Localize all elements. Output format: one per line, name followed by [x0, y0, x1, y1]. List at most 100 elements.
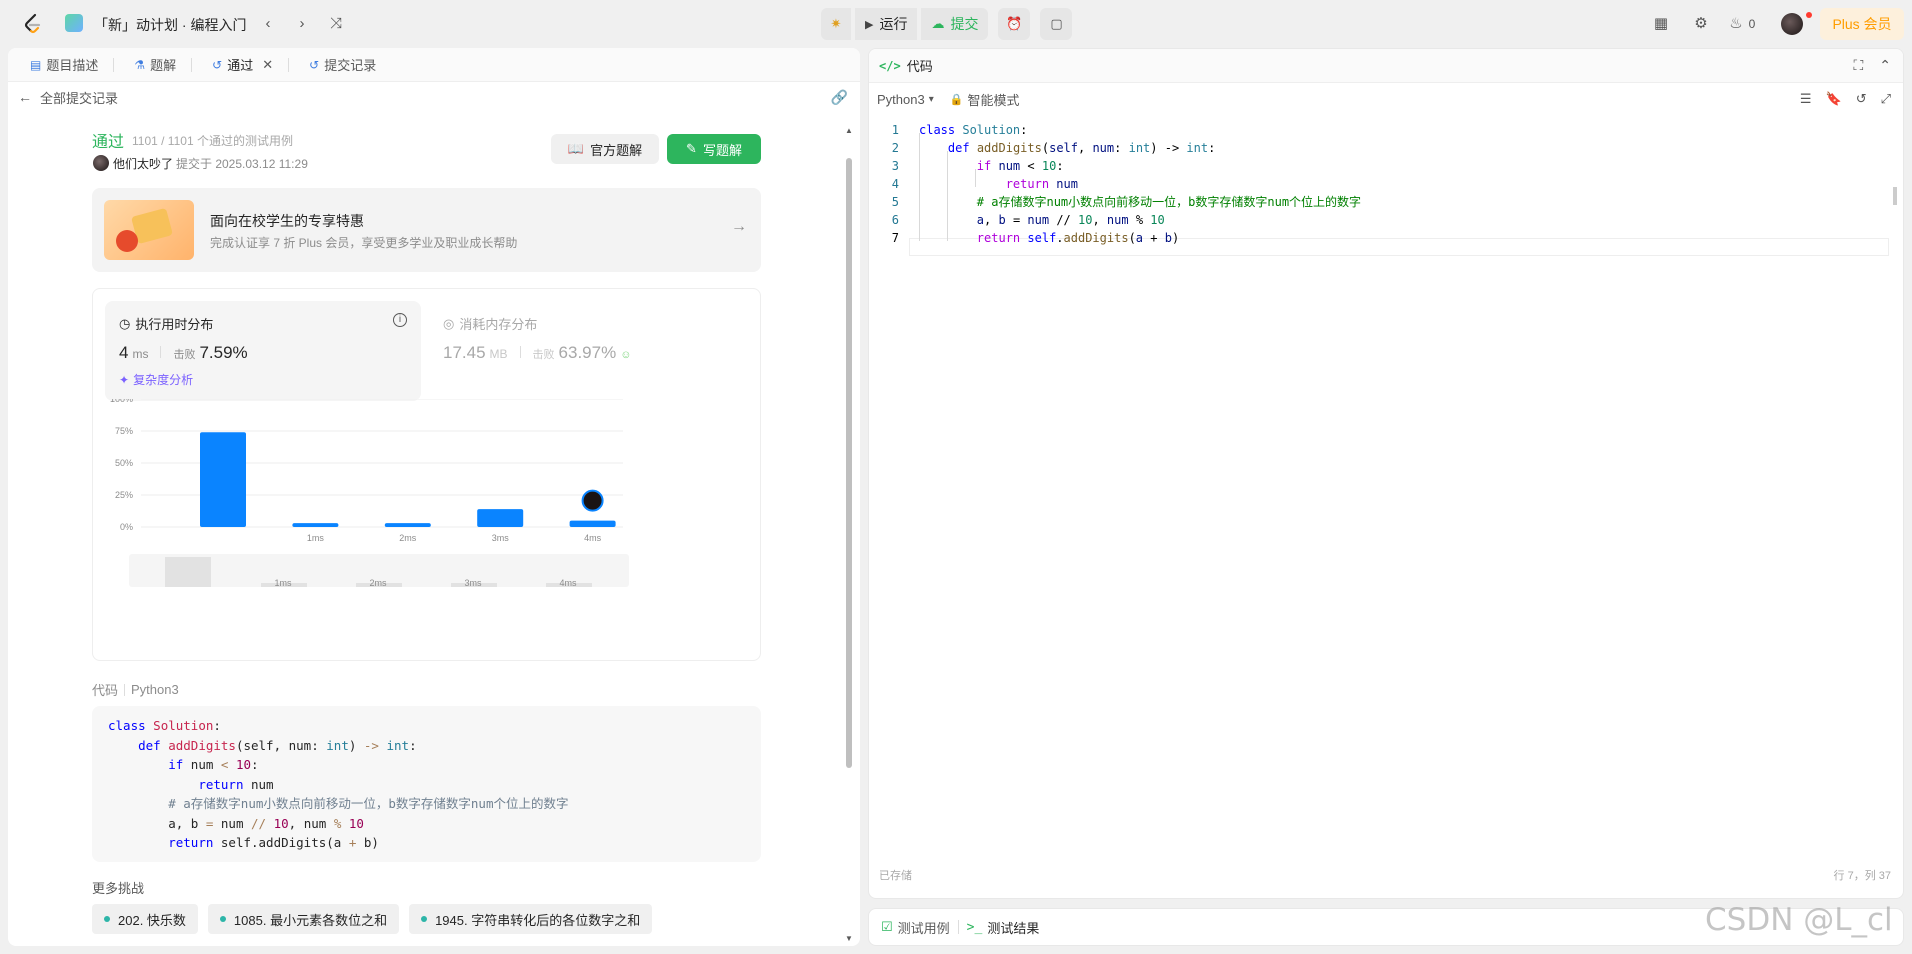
tab-solutions[interactable]: ⚗ 题解 [124, 48, 202, 82]
expand-icon[interactable]: ⛶ [1853, 57, 1863, 74]
tab-label: 题目描述 [46, 58, 99, 73]
tab-label: 题解 [150, 58, 177, 73]
clock-icon: ◷ [119, 315, 131, 331]
runtime-box[interactable]: ◷ 执行用时分布 i 4 ms 击败 7.59% ✦ 复杂度分析 [105, 301, 421, 401]
my-position-avatar [581, 489, 604, 512]
challenge-chip[interactable]: 1945. 字符串转化后的各位数字之和 [409, 904, 653, 934]
y-tick-label: 100% [110, 399, 133, 404]
fullscreen-icon[interactable]: ⤢ [1881, 91, 1891, 107]
scroll-down-icon[interactable]: ▼ [845, 934, 853, 943]
y-tick-label: 50% [115, 458, 133, 468]
notes-button[interactable]: ▢ [1040, 8, 1073, 40]
runtime-title: ◷ 执行用时分布 [119, 314, 213, 333]
doc-icon: ▤ [30, 57, 42, 72]
write-solution-button[interactable]: ✎ 写题解 [667, 134, 761, 164]
memory-beat-label: 击败 [532, 349, 555, 361]
book-icon: 📖 [567, 141, 585, 156]
code-icon: </> [879, 58, 901, 73]
submit-button[interactable]: ☁ 提交 [921, 8, 989, 40]
run-submit-group: ✷ ▶ 运行 ☁ 提交 ⏰ ▢ [821, 8, 1073, 40]
chevron-right-icon[interactable]: › [292, 14, 312, 34]
x-tick-label: 1ms [307, 533, 325, 543]
reset-icon[interactable]: ↺ [1856, 91, 1867, 107]
close-icon[interactable]: ✕ [262, 57, 273, 73]
tab-test-result[interactable]: >_ 测试结果 [967, 918, 1040, 937]
chart-bar [292, 523, 339, 527]
tab-label: 测试结果 [987, 920, 1040, 936]
plus-membership-button[interactable]: Plus 会员 [1820, 8, 1904, 40]
code-editor[interactable]: 1 2 3 4 5 6 7 class Solution: def addDig… [869, 117, 1903, 817]
challenge-chip[interactable]: 202. 快乐数 [92, 904, 198, 934]
runtime-distribution-chart[interactable]: 0% 25% 50% 75% 100% 1ms 2ms 3ms 4ms 1ms 2ms 3ms 4ms [93, 399, 762, 659]
alarm-button[interactable]: ⏰ [998, 8, 1031, 40]
scroll-up-icon[interactable]: ▲ [845, 126, 853, 135]
language-select[interactable]: Python3 ▾ [877, 92, 934, 107]
debug-button[interactable]: ✷ [821, 8, 851, 40]
study-plan-title[interactable]: 「新」动计划 · 编程入门 [94, 15, 246, 35]
chevron-up-icon[interactable]: ⌃ [1879, 57, 1891, 74]
promo-title: 面向在校学生的专享特惠 [210, 213, 364, 229]
memory-title-text: 消耗内存分布 [459, 317, 538, 332]
left-tab-bar: ▤ 题目描述 ⚗ 题解 ↺ 通过 ✕ ↺ 提交记录 [8, 48, 860, 82]
student-promo-banner[interactable]: 面向在校学生的专享特惠 完成认证享 7 折 Plus 会员，享受更多学业及职业成… [92, 188, 761, 272]
difficulty-dot [421, 916, 428, 922]
back-label: 全部提交记录 [40, 90, 119, 106]
play-icon: ▶ [865, 18, 874, 31]
edit-icon: ✎ [686, 141, 697, 156]
emoji-icon: ☺ [620, 349, 632, 361]
editor-status-bar: 已存储 行 7，列 37 [869, 867, 1903, 889]
tab-label: 测试用例 [897, 920, 950, 936]
left-panel: ▤ 题目描述 ⚗ 题解 ↺ 通过 ✕ ↺ 提交记录 ← 全部提交记录 🔗 通过 … [8, 48, 860, 946]
overview-selected-bar [165, 557, 211, 587]
author-avatar[interactable] [93, 155, 109, 171]
overview-tick-label: 3ms [464, 578, 482, 588]
mode-label: 智能模式 [967, 92, 1020, 108]
code-label-text: 代码 [92, 683, 119, 698]
layout-grid-icon[interactable]: ▦ [1651, 14, 1671, 34]
link-icon[interactable]: 🔗 [831, 89, 848, 106]
cursor-position: 行 7，列 37 [1833, 870, 1891, 882]
runtime-title-text: 执行用时分布 [135, 317, 214, 332]
saved-status: 已存储 [879, 870, 912, 882]
streak-count: 0 [1748, 17, 1756, 31]
format-icon[interactable]: ☰ [1800, 91, 1812, 107]
note-icon: ▢ [1050, 16, 1063, 31]
gear-icon[interactable]: ⚙ [1691, 14, 1711, 34]
promo-illustration [104, 200, 194, 260]
tab-accepted[interactable]: ↺ 通过 ✕ [202, 48, 299, 82]
official-solution-button[interactable]: 📖 官方题解 [551, 134, 659, 164]
tab-testcases[interactable]: ☑ 测试用例 [881, 918, 950, 937]
terminal-icon: >_ [966, 919, 983, 935]
shuffle-icon[interactable]: ⤨ [326, 14, 346, 34]
back-to-submissions[interactable]: ← 全部提交记录 🔗 [8, 82, 860, 112]
submitted-code-block: class Solution: def addDigits(self, num:… [92, 706, 761, 862]
tab-divider [113, 57, 115, 72]
bookmark-icon[interactable]: 🔖 [1826, 91, 1842, 107]
tab-submissions[interactable]: ↺ 提交记录 [299, 48, 386, 82]
difficulty-dot [104, 916, 110, 922]
code-section-label: 代码 Python3 [92, 680, 179, 699]
leetcode-logo-icon[interactable] [22, 13, 42, 35]
memory-box[interactable]: ◎ 消耗内存分布 17.45 MB 击败 63.97% ☺ [443, 301, 743, 401]
tab-label: 提交记录 [324, 58, 377, 73]
left-scrollbar[interactable]: ▲ ▼ [844, 126, 854, 946]
top-bar: 「新」动计划 · 编程入门 ‹ › ⤨ ✷ ▶ 运行 ☁ 提交 ⏰ ▢ ▦ ⚙ ♨ … [0, 0, 1912, 48]
official-solution-label: 官方题解 [590, 142, 643, 158]
flame-icon[interactable]: ♨ [1729, 14, 1743, 34]
author-name[interactable]: 他们太吵了 [113, 155, 173, 172]
runtime-unit: ms [132, 347, 149, 361]
challenge-chip[interactable]: 1085. 最小元素各数位之和 [207, 904, 400, 934]
scroll-thumb[interactable] [846, 158, 852, 768]
study-plan-icon[interactable] [65, 14, 83, 32]
complexity-analysis-link[interactable]: ✦ 复杂度分析 [119, 371, 193, 388]
smart-mode-toggle[interactable]: 🔒 智能模式 [950, 90, 1020, 109]
y-tick-label: 75% [115, 426, 133, 436]
info-icon[interactable]: i [393, 313, 407, 327]
run-button[interactable]: ▶ 运行 [855, 8, 918, 40]
chevron-left-icon[interactable]: ‹ [258, 14, 278, 34]
tab-description[interactable]: ▤ 题目描述 [20, 48, 124, 82]
chart-bar [384, 523, 431, 527]
x-tick-label: 4ms [584, 533, 602, 543]
write-solution-label: 写题解 [702, 142, 742, 158]
user-avatar[interactable] [1781, 13, 1803, 35]
